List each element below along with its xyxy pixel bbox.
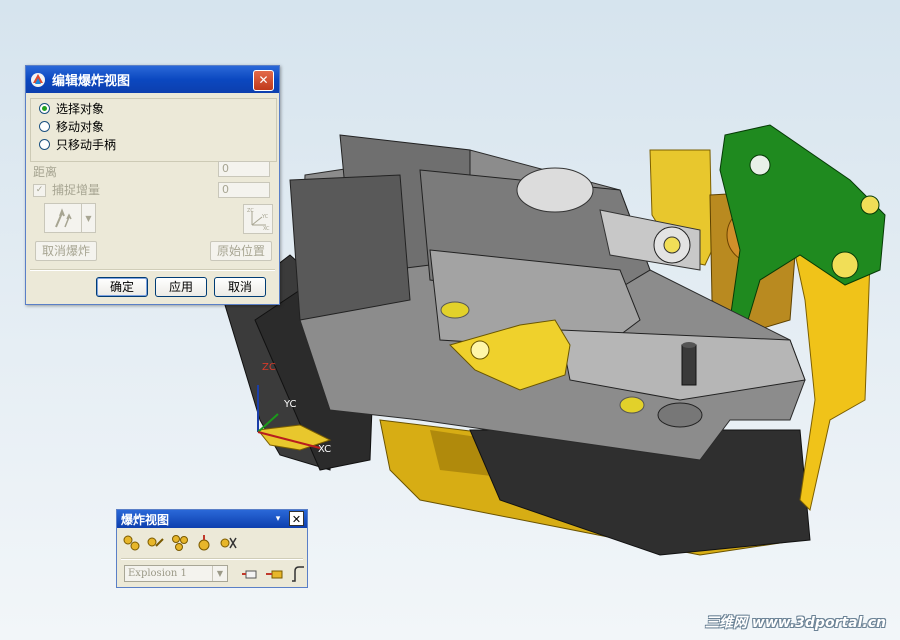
hide-components-icon[interactable] (241, 565, 259, 583)
option-label: 选择对象 (56, 101, 105, 116)
toolbar-icon-row (123, 534, 237, 552)
svg-text:ZC: ZC (247, 208, 254, 214)
option-label: 只移动手柄 (56, 137, 117, 152)
distance-label: 距离 (33, 165, 58, 179)
original-position-button[interactable]: 原始位置 (210, 241, 272, 261)
cancel-button[interactable]: 取消 (214, 277, 266, 297)
cancel-explosion-button[interactable]: 取消爆炸 (35, 241, 97, 261)
divider (30, 269, 275, 271)
create-explosion-icon[interactable] (123, 534, 141, 552)
ok-button[interactable]: 确定 (96, 277, 148, 297)
svg-text:YC: YC (261, 214, 269, 220)
svg-text:XC: XC (263, 226, 270, 232)
dialog-title: 编辑爆炸视图 (52, 74, 131, 89)
edit-explosion-icon[interactable] (147, 534, 165, 552)
apply-button[interactable]: 应用 (155, 277, 207, 297)
toolbar-close-button[interactable]: ✕ (289, 511, 304, 526)
radio-select-objects[interactable] (39, 102, 50, 114)
delete-explosion-icon[interactable] (219, 534, 237, 552)
csys-triad-icon[interactable]: ZC YC XC (243, 204, 273, 234)
snap-increment-row: ✓ 捕捉增量 (33, 181, 100, 198)
direction-tool-dropdown[interactable]: ▼ (44, 203, 96, 233)
chevron-down-icon[interactable]: ▼ (81, 204, 95, 232)
explosion-select[interactable]: Explosion 1 ▼ (124, 565, 228, 582)
mode-options-group: 选择对象 移动对象 只移动手柄 (30, 98, 277, 162)
chevron-down-icon[interactable]: ▼ (212, 566, 227, 581)
option-move-objects[interactable]: 移动对象 (31, 117, 276, 135)
option-select-objects[interactable]: 选择对象 (31, 99, 276, 117)
watermark-text: 三维网 www.3dportal.cn (705, 615, 886, 631)
xc-axis-label: XC (318, 444, 331, 455)
explosion-select-value: Explosion 1 (128, 568, 187, 579)
toolbar-title: 爆炸视图 (121, 512, 170, 527)
option-move-handle-only[interactable]: 只移动手柄 (31, 135, 276, 153)
auto-explode-icon[interactable] (171, 534, 189, 552)
unexplode-component-icon[interactable] (195, 534, 213, 552)
snap-increment-input[interactable]: 0 (218, 182, 270, 198)
vector-icon (45, 204, 81, 232)
radio-move-objects[interactable] (39, 120, 50, 132)
toolbar-divider (121, 558, 303, 560)
toolbar-title-bar[interactable]: 爆炸视图 ▾ ✕ (117, 510, 307, 528)
snap-increment-label: 捕捉增量 (52, 183, 101, 197)
tracelines-icon[interactable] (289, 565, 307, 583)
edit-explosion-dialog: 编辑爆炸视图 ✕ 选择对象 移动对象 只移动手柄 距离 0 ✓ 捕捉增量 0 ▼ (25, 65, 280, 305)
snap-increment-checkbox[interactable]: ✓ (33, 184, 46, 197)
show-components-icon[interactable] (265, 565, 283, 583)
toolbar-icon-row-2 (241, 565, 307, 583)
radio-move-handle-only[interactable] (39, 138, 50, 150)
toolbar-options-dropdown[interactable]: ▾ (271, 512, 285, 526)
option-label: 移动对象 (56, 119, 105, 134)
distance-input[interactable]: 0 (218, 161, 270, 177)
zc-axis-label: ZC (262, 362, 276, 373)
dialog-close-button[interactable]: ✕ (253, 70, 274, 91)
yc-axis-label: YC (283, 399, 297, 410)
nx-app-icon (31, 72, 45, 87)
explosion-view-toolbar: 爆炸视图 ▾ ✕ Explosion 1 ▼ (116, 509, 308, 588)
dialog-title-bar[interactable]: 编辑爆炸视图 ✕ (26, 66, 279, 93)
